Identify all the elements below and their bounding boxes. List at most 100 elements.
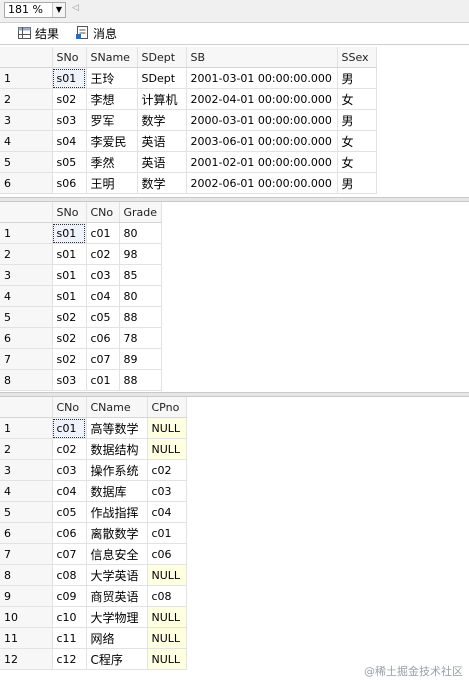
table-cell[interactable]: 高等数学 <box>86 417 148 439</box>
table-cell[interactable]: 88 <box>119 369 162 391</box>
table-cell[interactable]: s02 <box>52 348 87 370</box>
tab-messages[interactable]: 消息 <box>76 25 117 43</box>
table-cell[interactable]: c07 <box>86 348 120 370</box>
row-number[interactable]: 3 <box>0 264 53 286</box>
table-cell[interactable]: c04 <box>86 285 120 307</box>
table-cell[interactable]: s05 <box>52 151 87 173</box>
table-cell[interactable]: c02 <box>52 438 87 460</box>
row-number[interactable]: 8 <box>0 369 53 391</box>
column-header[interactable]: SSex <box>337 47 377 68</box>
table-cell[interactable]: 数学 <box>137 172 187 194</box>
row-number[interactable]: 12 <box>0 648 53 670</box>
table-cell[interactable]: 季然 <box>86 151 138 173</box>
row-number[interactable]: 1 <box>0 222 53 244</box>
row-number[interactable]: 3 <box>0 459 53 481</box>
column-header[interactable]: Grade <box>119 202 162 223</box>
table-cell[interactable]: 离散数学 <box>86 522 148 544</box>
table-cell[interactable]: s01 <box>52 222 87 244</box>
row-number[interactable]: 5 <box>0 501 53 523</box>
table-cell[interactable]: 英语 <box>137 151 187 173</box>
table-cell[interactable]: 王明 <box>86 172 138 194</box>
table-cell[interactable]: s03 <box>52 109 87 131</box>
table-cell[interactable]: c06 <box>52 522 87 544</box>
table-cell[interactable]: s01 <box>52 243 87 265</box>
table-cell[interactable]: NULL <box>147 564 187 586</box>
row-number[interactable]: 6 <box>0 522 53 544</box>
table-cell[interactable]: c04 <box>52 480 87 502</box>
table-cell[interactable]: 作战指挥 <box>86 501 148 523</box>
table-cell[interactable]: NULL <box>147 417 187 439</box>
table-cell[interactable]: 女 <box>337 151 377 173</box>
table-cell[interactable]: 网络 <box>86 627 148 649</box>
column-header[interactable]: CPno <box>147 397 187 418</box>
row-number[interactable]: 2 <box>0 438 53 460</box>
table-cell[interactable]: 李想 <box>86 88 138 110</box>
table-cell[interactable]: c11 <box>52 627 87 649</box>
table-cell[interactable]: c01 <box>147 522 187 544</box>
row-number[interactable]: 10 <box>0 606 53 628</box>
table-cell[interactable]: c08 <box>52 564 87 586</box>
table-cell[interactable]: 2002-06-01 00:00:00.000 <box>186 172 338 194</box>
row-number[interactable]: 4 <box>0 285 53 307</box>
row-number[interactable]: 2 <box>0 88 53 110</box>
table-cell[interactable]: s02 <box>52 306 87 328</box>
row-number[interactable]: 3 <box>0 109 53 131</box>
table-cell[interactable]: s03 <box>52 369 87 391</box>
table-cell[interactable]: c03 <box>86 264 120 286</box>
table-cell[interactable]: 2001-02-01 00:00:00.000 <box>186 151 338 173</box>
table-cell[interactable]: c05 <box>86 306 120 328</box>
table-cell[interactable]: 英语 <box>137 130 187 152</box>
column-header[interactable]: SNo <box>52 47 87 68</box>
row-number[interactable]: 2 <box>0 243 53 265</box>
table-cell[interactable]: s01 <box>52 67 87 89</box>
row-number[interactable]: 1 <box>0 417 53 439</box>
table-cell[interactable]: c10 <box>52 606 87 628</box>
row-number[interactable]: 7 <box>0 543 53 565</box>
zoom-dropdown[interactable]: 181 % ▼ <box>4 2 66 18</box>
table-cell[interactable]: s02 <box>52 88 87 110</box>
table-cell[interactable]: c04 <box>147 501 187 523</box>
table-cell[interactable]: s02 <box>52 327 87 349</box>
table-cell[interactable]: c02 <box>86 243 120 265</box>
table-cell[interactable]: 男 <box>337 67 377 89</box>
table-cell[interactable]: c01 <box>52 417 87 439</box>
table-cell[interactable]: s04 <box>52 130 87 152</box>
table-cell[interactable]: 2000-03-01 00:00:00.000 <box>186 109 338 131</box>
row-number[interactable]: 5 <box>0 151 53 173</box>
column-header[interactable]: CName <box>86 397 148 418</box>
column-header[interactable]: SB <box>186 47 338 68</box>
table-cell[interactable]: 罗军 <box>86 109 138 131</box>
table-cell[interactable]: s06 <box>52 172 87 194</box>
table-cell[interactable]: 信息安全 <box>86 543 148 565</box>
table-cell[interactable]: NULL <box>147 627 187 649</box>
table-cell[interactable]: c02 <box>147 459 187 481</box>
table-cell[interactable]: NULL <box>147 438 187 460</box>
table-cell[interactable]: s01 <box>52 285 87 307</box>
table-cell[interactable]: 大学物理 <box>86 606 148 628</box>
table-cell[interactable]: c03 <box>147 480 187 502</box>
table-cell[interactable]: 李爱民 <box>86 130 138 152</box>
table-cell[interactable]: 80 <box>119 285 162 307</box>
table-cell[interactable]: c01 <box>86 369 120 391</box>
table-cell[interactable]: c06 <box>86 327 120 349</box>
column-header[interactable]: CNo <box>52 397 87 418</box>
row-number[interactable]: 1 <box>0 67 53 89</box>
column-header[interactable]: CNo <box>86 202 120 223</box>
row-number[interactable]: 5 <box>0 306 53 328</box>
table-cell[interactable]: 85 <box>119 264 162 286</box>
table-cell[interactable]: 大学英语 <box>86 564 148 586</box>
table-cell[interactable]: 操作系统 <box>86 459 148 481</box>
row-number[interactable]: 8 <box>0 564 53 586</box>
table-cell[interactable]: NULL <box>147 648 187 670</box>
row-number[interactable]: 7 <box>0 348 53 370</box>
table-cell[interactable]: c09 <box>52 585 87 607</box>
table-cell[interactable]: 男 <box>337 109 377 131</box>
table-cell[interactable]: 数学 <box>137 109 187 131</box>
table-cell[interactable]: 商贸英语 <box>86 585 148 607</box>
table-cell[interactable]: c03 <box>52 459 87 481</box>
table-cell[interactable]: c08 <box>147 585 187 607</box>
table-cell[interactable]: c06 <box>147 543 187 565</box>
column-header[interactable]: SDept <box>137 47 187 68</box>
table-cell[interactable]: 88 <box>119 306 162 328</box>
table-cell[interactable]: 2003-06-01 00:00:00.000 <box>186 130 338 152</box>
